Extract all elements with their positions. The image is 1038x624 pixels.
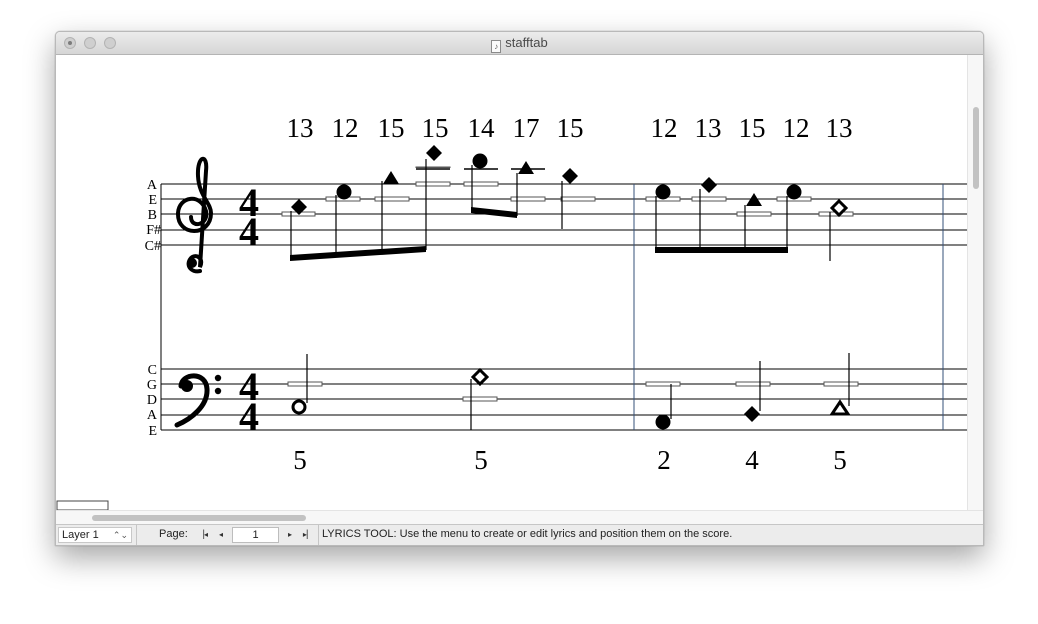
last-page-button[interactable]: ▸▏ [300, 527, 316, 543]
treble-string-label: E [148, 193, 157, 208]
bass-clef-icon [174, 373, 222, 428]
bass-fret-numbers: 5 5 2 4 5 [293, 445, 847, 475]
vertical-scroll-thumb[interactable] [973, 107, 979, 189]
bass-stems [306, 353, 850, 430]
vertical-scrollbar[interactable] [967, 55, 983, 510]
note-head-round[interactable] [655, 184, 671, 200]
treble-stems [290, 159, 831, 261]
note-head-hollow-round[interactable] [291, 399, 307, 415]
time-sig-bottom: 4 [239, 209, 259, 254]
treble-string-label: C# [145, 239, 161, 254]
note-head-round[interactable] [336, 184, 352, 200]
layer-select[interactable]: Layer 1 ⌃⌄ [58, 527, 132, 543]
page-edge-marker [56, 500, 109, 510]
window-title-area: ♪ stafftab [56, 35, 983, 53]
title-bar: ♪ stafftab [56, 32, 983, 55]
bass-time-signature: 4 4 [239, 364, 259, 439]
fret-number: 2 [657, 445, 671, 475]
treble-string-label: A [147, 178, 158, 193]
treble-clef-icon [175, 156, 214, 274]
status-bar: Layer 1 ⌃⌄ Page: ▕◂ ◂ 1 ▸ ▸▏ LYRICS TOOL… [56, 524, 983, 545]
app-window: ♪ stafftab A E B F# C# C G D A E 4 4 4 4… [55, 31, 984, 546]
bass-notes[interactable] [291, 367, 851, 430]
fret-number: 15 [557, 113, 584, 143]
treble-notes[interactable] [291, 145, 849, 218]
fret-number: 5 [833, 445, 847, 475]
fret-number: 13 [695, 113, 722, 143]
bass-string-label: D [147, 393, 157, 408]
note-head-diamond[interactable] [426, 145, 442, 161]
treble-string-label: F# [146, 223, 161, 238]
score-canvas[interactable]: A E B F# C# C G D A E 4 4 4 4 13 12 15 1… [56, 55, 967, 510]
note-head-triangle[interactable] [383, 171, 399, 184]
page-label: Page: [159, 528, 188, 540]
note-head-hollow-diamond[interactable] [470, 367, 490, 387]
fret-number: 12 [332, 113, 359, 143]
fret-number: 15 [422, 113, 449, 143]
note-head-round[interactable] [786, 184, 802, 200]
window-title: stafftab [505, 35, 548, 50]
note-head-diamond[interactable] [744, 406, 760, 422]
fret-number: 13 [287, 113, 314, 143]
music-document-icon: ♪ [491, 40, 502, 53]
bass-ledger-markers [287, 381, 859, 402]
page-number-value: 1 [252, 529, 259, 541]
note-head-hollow-triangle[interactable] [829, 399, 851, 416]
horizontal-scrollbar[interactable] [56, 510, 983, 525]
note-head-triangle[interactable] [518, 161, 534, 174]
bass-string-label: A [147, 408, 158, 423]
time-sig-bottom: 4 [239, 394, 259, 439]
note-head-diamond[interactable] [562, 168, 578, 184]
fret-number: 12 [783, 113, 810, 143]
horizontal-scroll-thumb[interactable] [92, 515, 306, 521]
treble-fret-numbers: 13 12 15 15 14 17 15 12 13 15 12 13 [287, 113, 853, 143]
prev-page-button[interactable]: ◂ [213, 527, 229, 543]
select-arrows-icon: ⌃⌄ [112, 530, 128, 540]
layer-select-value: Layer 1 [62, 529, 99, 541]
fret-number: 14 [468, 113, 496, 143]
fret-number: 13 [826, 113, 853, 143]
treble-time-signature: 4 4 [239, 180, 259, 254]
bass-string-labels: C G D A E [147, 363, 158, 439]
fret-number: 4 [745, 445, 759, 475]
page-number-field[interactable]: 1 [232, 527, 279, 543]
bass-string-label: C [148, 363, 157, 378]
status-divider [318, 525, 319, 545]
bass-string-label: E [148, 424, 157, 439]
bass-staff-lines [161, 368, 967, 431]
fret-number: 17 [513, 113, 540, 143]
status-message: LYRICS TOOL: Use the menu to create or e… [322, 528, 733, 540]
note-head-round[interactable] [472, 153, 488, 169]
fret-number: 12 [651, 113, 678, 143]
fret-number: 5 [293, 445, 307, 475]
note-head-round[interactable] [655, 414, 671, 430]
fret-number: 15 [739, 113, 766, 143]
fret-number: 5 [474, 445, 488, 475]
fret-number: 15 [378, 113, 405, 143]
next-page-button[interactable]: ▸ [282, 527, 298, 543]
treble-string-labels: A E B F# C# [145, 178, 161, 254]
status-divider [136, 525, 137, 545]
note-head-diamond[interactable] [701, 177, 717, 193]
treble-string-label: B [148, 208, 157, 223]
bass-string-label: G [147, 378, 157, 393]
score-svg[interactable]: A E B F# C# C G D A E 4 4 4 4 13 12 15 1… [56, 55, 967, 510]
first-page-button[interactable]: ▕◂ [195, 527, 211, 543]
treble-beams [290, 207, 788, 261]
